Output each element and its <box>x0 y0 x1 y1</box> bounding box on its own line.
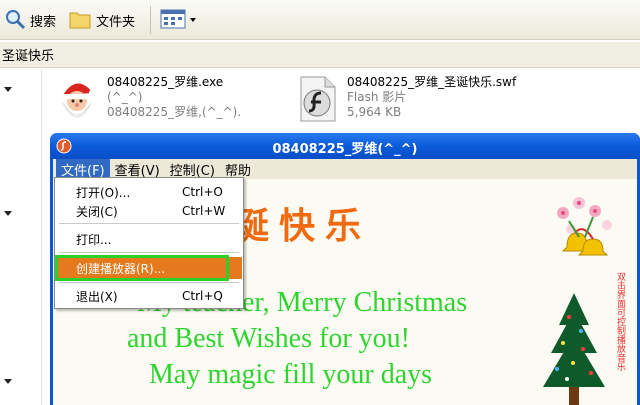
menu-item-shortcut: Ctrl+Q <box>182 289 223 303</box>
task-pane <box>0 69 42 405</box>
menu-separator <box>59 282 239 283</box>
greeting-title: 诞快乐 <box>233 205 372 247</box>
menu-item-exit[interactable]: 退出(X) Ctrl+Q <box>56 285 242 307</box>
explorer-toolbar: 搜索 文件夹 <box>0 0 640 40</box>
menu-item-label: 打开(O)... <box>76 185 131 200</box>
christmas-tree-icon <box>539 291 609 405</box>
search-button[interactable]: 搜索 <box>4 6 56 34</box>
file-description: (^_^) <box>107 90 143 104</box>
search-label: 搜索 <box>30 14 57 30</box>
player-title: 08408225_罗维(^_^) <box>272 142 418 157</box>
folder-icon <box>68 8 92 33</box>
menu-item-print[interactable]: 打印... <box>56 228 242 250</box>
menu-item-shortcut: Ctrl+W <box>182 204 226 218</box>
search-icon <box>4 8 26 33</box>
flash-movie-icon <box>293 75 341 123</box>
views-icon <box>160 9 186 32</box>
santa-icon <box>53 75 101 123</box>
chevron-down-icon[interactable] <box>4 87 12 92</box>
highlight-annotation-box <box>55 255 229 281</box>
views-button[interactable] <box>160 6 196 34</box>
menu-separator <box>59 252 239 253</box>
chevron-down-icon <box>190 18 196 22</box>
greeting-line-2: and Best Wishes for you! <box>127 323 410 354</box>
address-path: 圣诞快乐 <box>2 49 55 64</box>
bells-flowers-icon <box>549 193 621 286</box>
file-item-exe[interactable]: 08408225_罗维.exe (^_^) 08408225_罗维,(^_^). <box>53 75 241 123</box>
menu-item-label: 关闭(C) <box>76 204 118 219</box>
file-name: 08408225_罗维_圣诞快乐.swf <box>347 75 517 89</box>
folders-button[interactable]: 文件夹 <box>68 6 135 34</box>
menu-item-label: 退出(X) <box>76 289 118 304</box>
player-title-bar[interactable]: 08408225_罗维(^_^) <box>50 133 640 159</box>
player-menu-bar: 文件(F) 查看(V) 控制(C) 帮助 <box>53 158 637 180</box>
file-size: 5,964 KB <box>347 105 402 119</box>
file-type: Flash 影片 <box>347 90 407 104</box>
file-company: 08408225_罗维,(^_^). <box>107 105 242 119</box>
greeting-line-3: May magic fill your days <box>149 359 433 390</box>
file-item-swf[interactable]: 08408225_罗维_圣诞快乐.swf Flash 影片 5,964 KB <box>293 75 516 123</box>
chevron-down-icon[interactable] <box>4 211 12 216</box>
menu-item-shortcut: Ctrl+O <box>182 185 223 199</box>
folders-label: 文件夹 <box>96 14 136 30</box>
toolbar-separator <box>150 6 151 34</box>
file-name: 08408225_罗维.exe <box>107 75 224 89</box>
menu-item-close[interactable]: 关闭(C) Ctrl+W <box>56 200 242 222</box>
menu-separator <box>59 223 239 224</box>
menu-item-label: 打印... <box>76 232 112 247</box>
address-bar[interactable]: 圣诞快乐 <box>0 42 640 68</box>
side-note: 双击界面可控制播放音乐 <box>617 273 627 373</box>
chevron-down-icon[interactable] <box>4 379 12 384</box>
file-menu-dropdown: 打开(O)... Ctrl+O 关闭(C) Ctrl+W 打印... 创建播放器… <box>54 177 244 309</box>
